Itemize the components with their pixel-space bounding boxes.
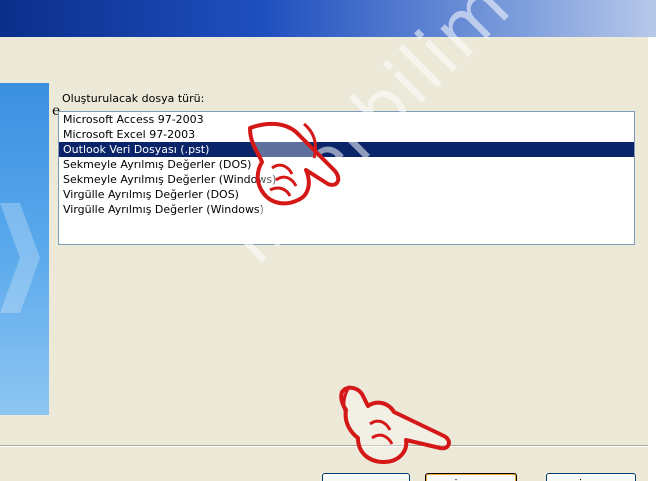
list-item[interactable]: Sekmeyle Ayrılmış Değerler (Windows) <box>59 172 634 187</box>
back-button[interactable]: < Geri <box>322 473 410 481</box>
list-item[interactable]: Virgülle Ayrılmış Değerler (DOS) <box>59 187 634 202</box>
list-item[interactable]: Sekmeyle Ayrılmış Değerler (DOS) <box>59 157 634 172</box>
list-item-selected[interactable]: Outlook Veri Dosyası (.pst) <box>59 142 634 157</box>
file-type-list-label: Oluşturulacak dosya türü: <box>62 92 205 105</box>
file-type-listbox[interactable]: Microsoft Access 97-2003 Microsoft Excel… <box>58 111 635 245</box>
wizard-side-panel <box>0 83 49 415</box>
export-wizard-dialog: e Oluşturulacak dosya türü: Microsoft Ac… <box>0 37 648 481</box>
window-title-bar <box>0 0 656 37</box>
screenshot-stage: e Oluşturulacak dosya türü: Microsoft Ac… <box>0 0 656 481</box>
next-button[interactable]: İleri > <box>425 473 517 481</box>
list-item[interactable]: Microsoft Access 97-2003 <box>59 112 634 127</box>
list-item[interactable]: Microsoft Excel 97-2003 <box>59 127 634 142</box>
footer-separator <box>0 445 648 447</box>
cancel-button[interactable]: İptal <box>546 473 636 481</box>
list-item[interactable]: Virgülle Ayrılmış Değerler (Windows) <box>59 202 634 217</box>
wizard-chevron-icon <box>0 203 40 313</box>
